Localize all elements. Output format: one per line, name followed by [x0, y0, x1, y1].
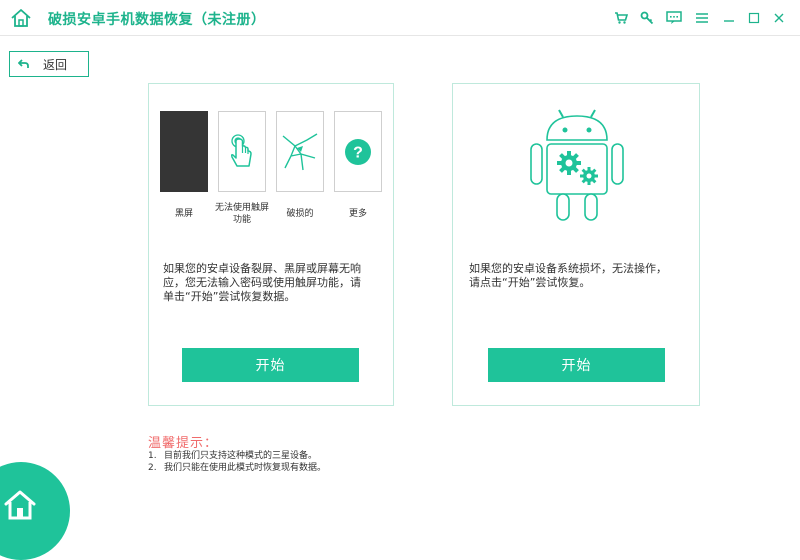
option-touch-unusable[interactable] — [218, 111, 266, 192]
option-label-more: 更多 — [348, 209, 367, 219]
left-start-button[interactable]: 开始 — [182, 348, 359, 382]
close-icon — [774, 13, 784, 23]
android-gear-icon — [530, 109, 624, 221]
back-arrow-icon — [18, 59, 29, 68]
feedback-icon — [666, 11, 682, 24]
title-bar: 破损安卓手机数据恢复（未注册） — [0, 0, 800, 36]
list-item: 1. 目前我们只支持这种模式的三星设备。 — [148, 451, 318, 461]
back-button[interactable]: 返回 — [9, 51, 89, 77]
key-icon — [640, 11, 654, 25]
svg-text:?: ? — [353, 144, 363, 161]
back-label: 返回 — [43, 57, 68, 72]
cart-icon — [615, 12, 628, 24]
option-black-screen[interactable] — [160, 111, 208, 192]
home-icon — [4, 490, 36, 520]
cart-button[interactable] — [612, 9, 630, 27]
maximize-icon — [748, 12, 760, 24]
register-button[interactable] — [638, 9, 656, 27]
feedback-button[interactable] — [665, 9, 683, 27]
touch-icon — [230, 133, 252, 167]
right-start-button[interactable]: 开始 — [488, 348, 665, 382]
left-card-description: 如果您的安卓设备裂屏、黑屏或屏幕无响 应，您无法输入密码或使用触屏功能，请 单击… — [163, 262, 361, 303]
tips-list: 1. 目前我们只支持这种模式的三星设备。 2. 我们只能在使用此模式时恢复现有数据。 — [148, 450, 326, 474]
option-broken[interactable] — [276, 111, 324, 192]
option-label-broken: 破损的 — [286, 209, 314, 219]
option-label-touch: 无法使用触屏功能 — [214, 203, 269, 225]
home-app-icon — [11, 9, 31, 27]
minimize-button[interactable] — [720, 9, 738, 27]
menu-button[interactable] — [693, 9, 711, 27]
maximize-button[interactable] — [745, 9, 763, 27]
tips-title: 温馨提示： — [148, 436, 219, 451]
list-item: 2. 我们只能在使用此模式时恢复现有数据。 — [148, 463, 327, 473]
broken-screen-icon — [282, 132, 318, 170]
app-title: 破损安卓手机数据恢复（未注册） — [48, 12, 266, 28]
minimize-icon — [724, 20, 734, 22]
question-icon: ? — [345, 138, 371, 165]
system-damaged-card: 如果您的安卓设备系统损坏，无法操作， 请点击“开始”尝试恢复。 开始 — [452, 83, 700, 406]
option-label-black-screen: 黑屏 — [174, 209, 193, 219]
menu-icon — [696, 13, 708, 23]
option-more[interactable]: ? — [334, 111, 382, 192]
close-button[interactable] — [770, 9, 788, 27]
broken-screen-card: ? 黑屏 无法使用触屏功能 破损的 更多 如果您的安卓设备裂屏、黑屏或屏幕无响 … — [148, 83, 394, 406]
right-card-description: 如果您的安卓设备系统损坏，无法操作， 请点击“开始”尝试恢复。 — [469, 262, 667, 289]
